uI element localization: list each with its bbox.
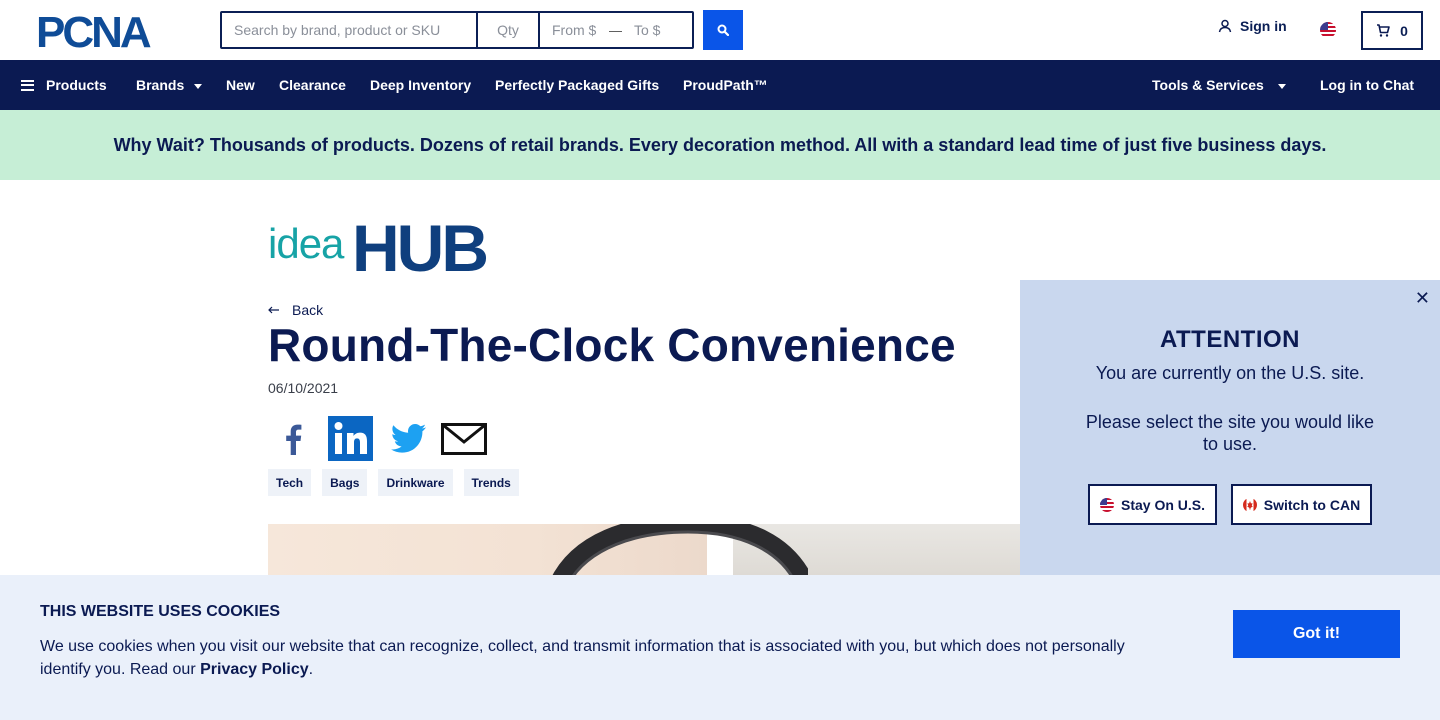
chevron-down-icon [1277,83,1286,89]
chevron-down-icon [194,83,203,89]
nav-item-label: ProudPath™ [683,77,768,93]
tag-bags[interactable]: Bags [322,469,368,496]
switch-to-can-button[interactable]: Switch to CAN [1231,484,1372,525]
nav-item-new[interactable]: New [226,60,255,110]
cookie-banner-title: THIS WEBSITE USES COOKIES [40,603,281,620]
cart-count: 0 [1400,22,1408,39]
search-icon [717,24,729,36]
nav-item-label: Tools & Services [1152,77,1264,93]
facebook-icon [285,424,301,455]
email-icon [441,422,487,455]
nav-item-label: New [226,77,255,93]
twitter-icon [390,424,426,453]
search-button[interactable] [703,10,743,50]
tag-tech[interactable]: Tech [268,469,312,496]
menu-icon [21,79,34,91]
nav-item-label: Products [46,77,107,93]
nav-item-label: Log in to Chat [1320,77,1415,93]
modal-select-site-text: Please select the site you would like to… [1085,412,1375,454]
promo-banner: Why Wait? Thousands of products. Dozens … [0,110,1440,180]
facebook-share-button[interactable] [270,416,315,461]
article-date: 06/10/2021 [268,380,339,396]
cookie-text-end: . [308,661,314,678]
stay-on-us-label: Stay On U.S. [1120,496,1206,513]
nav-item-label: Clearance [279,77,346,93]
article-tags: Tech Bags Drinkware Trends [268,469,519,496]
nav-item-login-chat[interactable]: Log in to Chat [1320,60,1414,110]
nav-item-deep-inventory[interactable]: Deep Inventory [370,60,471,110]
quantity-input[interactable] [478,13,540,47]
modal-current-site-text: You are currently on the U.S. site. [1095,363,1365,383]
email-share-button[interactable] [441,416,487,461]
nav-item-products[interactable]: Products [21,60,107,110]
nav-item-tools-services[interactable]: Tools & Services [1152,60,1286,110]
nav-item-perfectly-packaged-gifts[interactable]: Perfectly Packaged Gifts [495,60,659,110]
back-link[interactable]: Back [268,302,323,318]
pcna-logo[interactable]: PCNA [36,12,184,50]
price-range-dash: — [609,22,623,38]
cart-button[interactable]: 0 [1361,11,1423,50]
cart-icon [1377,24,1390,37]
linkedin-share-button[interactable] [328,416,373,461]
nav-item-brands[interactable]: Brands [136,60,203,110]
twitter-share-button[interactable] [386,416,431,461]
sign-in-label: Sign in [1240,18,1287,34]
privacy-policy-link[interactable]: Privacy Policy [200,661,309,678]
pcna-logo-text: PCNA [36,12,151,50]
back-label: Back [292,302,324,318]
stay-on-us-button[interactable]: Stay On U.S. [1088,484,1217,525]
price-to-input[interactable] [622,13,692,47]
us-flag-icon[interactable] [1320,22,1336,38]
site-header: PCNA — Sign in [0,0,1440,60]
close-icon[interactable]: ✕ [1415,288,1430,309]
nav-item-label: Deep Inventory [370,77,472,93]
user-icon [1218,19,1232,33]
ideahub-logo: idea HUB [268,214,489,276]
nav-item-proudpath[interactable]: ProudPath™ [683,60,768,110]
tag-trends[interactable]: Trends [463,469,519,496]
region-select-modal: ✕ ATTENTION You are currently on the U.S… [1020,280,1440,575]
price-from-input[interactable] [540,13,610,47]
cookie-banner-text: We use cookies when you visit our websit… [40,635,1160,681]
sign-in-link[interactable]: Sign in [1218,18,1287,34]
us-flag-icon [1099,497,1114,512]
promo-banner-text: Why Wait? Thousands of products. Dozens … [113,134,1327,155]
ideahub-logo-light: idea [268,220,345,267]
nav-item-label: Perfectly Packaged Gifts [495,77,660,93]
got-it-button[interactable]: Got it! [1233,610,1400,658]
linkedin-icon [328,416,373,461]
arrow-left-icon [268,306,279,314]
search-bar: — [220,11,694,49]
ideahub-logo-bold: HUB [352,214,486,276]
article-title: Round-The-Clock Convenience [268,319,956,371]
modal-title: ATTENTION [1159,326,1301,353]
cookie-banner: THIS WEBSITE USES COOKIES We use cookies… [0,575,1440,720]
nav-item-label: Brands [136,77,185,93]
switch-to-can-label: Switch to CAN [1263,496,1361,513]
tag-drinkware[interactable]: Drinkware [378,469,453,496]
main-nav: Products Brands New Clearance Deep Inven… [0,60,1440,110]
canada-flag-icon [1242,497,1257,512]
search-input[interactable] [222,13,478,47]
modal-message: You are currently on the U.S. site. Plea… [1080,362,1380,455]
nav-item-clearance[interactable]: Clearance [279,60,346,110]
